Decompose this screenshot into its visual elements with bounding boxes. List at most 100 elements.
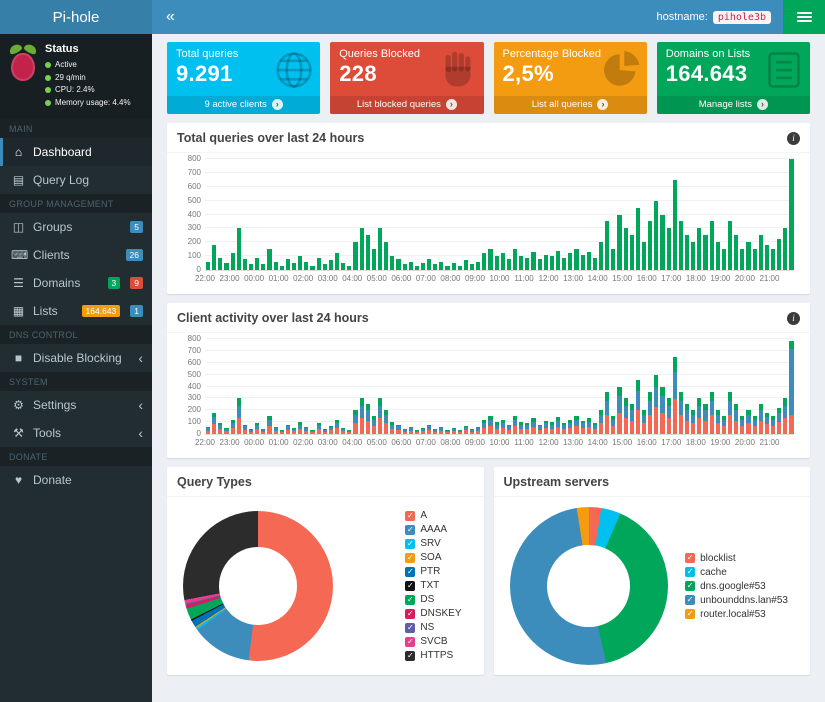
legend-checkbox-icon: ✓ <box>685 567 695 577</box>
bar-segment <box>611 426 615 434</box>
x-axis-tick-label: 09:00 <box>465 438 485 447</box>
bar-segment <box>581 255 585 270</box>
bar-segment <box>581 428 585 434</box>
bar-segment <box>304 431 308 434</box>
bar-segment <box>274 262 278 270</box>
status-item: 29 q/min <box>45 72 131 85</box>
query-types-doughnut-chart[interactable] <box>183 511 333 661</box>
bar-segment <box>304 262 308 270</box>
menu-toggle-button[interactable] <box>783 0 825 34</box>
x-axis-tick-label: 10:00 <box>489 438 509 447</box>
bar-segment <box>384 415 388 423</box>
sidebar-item-donate[interactable]: ♥Donate <box>0 466 152 494</box>
sidebar-item-settings[interactable]: ⚙Settings‹ <box>0 391 152 419</box>
panel-header: Upstream servers <box>494 467 811 497</box>
bar-segment <box>280 432 284 434</box>
bar-segment <box>409 262 413 270</box>
client-activity-chart[interactable]: 010020030040050060070080022:0023:0000:00… <box>205 339 794 450</box>
sidebar-item-domains[interactable]: ☰Domains39 <box>0 269 152 297</box>
bar-segment <box>789 341 793 348</box>
sidebar-item-tools[interactable]: ⚒Tools‹ <box>0 419 152 447</box>
bar-segment <box>464 260 468 270</box>
sidebar-item-clients[interactable]: ⌨Clients26 <box>0 241 152 269</box>
sidebar-item-query-log[interactable]: ▤Query Log <box>0 166 152 194</box>
bar-segment <box>218 429 222 434</box>
sidebar-item-dashboard[interactable]: ⌂Dashboard <box>0 138 152 166</box>
x-axis-tick-label: 22:00 <box>195 274 215 283</box>
legend-item[interactable]: ✓router.local#53 <box>685 609 788 620</box>
bar-segment <box>378 406 382 418</box>
legend-item[interactable]: ✓AAAA <box>405 524 461 535</box>
legend-item[interactable]: ✓blocklist <box>685 553 788 564</box>
bar-segment <box>341 263 345 270</box>
bar-segment <box>660 387 664 397</box>
sidebar-collapse-button[interactable]: « <box>166 9 175 25</box>
legend-item[interactable]: ✓SVCB <box>405 636 461 647</box>
bar-segment <box>691 242 695 270</box>
bar-segment <box>789 349 793 416</box>
chevron-left-icon: ‹ <box>138 351 143 365</box>
stat-card-footer-link[interactable]: 9 active clients› <box>167 96 320 114</box>
stat-card-footer-label: List all queries <box>532 99 593 110</box>
legend-item[interactable]: ✓HTTPS <box>405 650 461 661</box>
legend-item[interactable]: ✓TXT <box>405 580 461 591</box>
bar-segment <box>519 256 523 270</box>
bar-segment <box>599 423 603 434</box>
bar-segment <box>531 252 535 270</box>
query-types-legend: ✓A✓AAAA✓SRV✓SOA✓PTR✓TXT✓DS✓DNSKEY✓NS✓SVC… <box>405 507 461 664</box>
bar-segment <box>734 410 738 420</box>
sidebar-item-lists[interactable]: ▦Lists164.6431 <box>0 297 152 325</box>
stat-card-footer-link[interactable]: List blocked queries› <box>330 96 483 114</box>
legend-item[interactable]: ✓PTR <box>405 566 461 577</box>
legend-item[interactable]: ✓DNSKEY <box>405 608 461 619</box>
stat-card-label: Percentage Blocked <box>494 42 647 60</box>
bar-segment <box>212 424 216 434</box>
legend-label: SVCB <box>420 636 447 647</box>
legend-label: cache <box>700 567 727 578</box>
bar-segment <box>427 430 431 434</box>
y-axis-tick-label: 700 <box>188 347 201 355</box>
bar-segment <box>317 258 321 270</box>
sidebar-item-groups[interactable]: ◫Groups5 <box>0 213 152 241</box>
stat-card-footer-link[interactable]: List all queries› <box>494 96 647 114</box>
legend-checkbox-icon: ✓ <box>405 525 415 535</box>
bar-segment <box>360 228 364 270</box>
y-axis-tick-label: 200 <box>188 238 201 246</box>
x-axis-tick-label: 18:00 <box>686 438 706 447</box>
legend-item[interactable]: ✓A <box>405 510 461 521</box>
sidebar-item-disable-blocking[interactable]: ■Disable Blocking‹ <box>0 344 152 372</box>
badge: 164.643 <box>82 305 121 317</box>
legend-item[interactable]: ✓DS <box>405 594 461 605</box>
arrow-circle-icon: › <box>757 99 768 110</box>
x-axis-tick-label: 12:00 <box>539 274 559 283</box>
legend-checkbox-icon: ✓ <box>405 651 415 661</box>
panel-query-types: Query Types ✓A✓AAAA✓SRV✓SOA✓PTR✓TXT✓DS✓D… <box>167 467 484 675</box>
bar-segment <box>667 398 671 405</box>
bar-segment <box>347 432 351 434</box>
legend-item[interactable]: ✓NS <box>405 622 461 633</box>
bar-segment <box>728 221 732 270</box>
bar-segment <box>673 180 677 270</box>
legend-item[interactable]: ✓ cache <box>685 567 788 578</box>
bar-segment <box>587 252 591 270</box>
total-queries-chart[interactable]: 010020030040050060070080022:0023:0000:00… <box>205 159 794 286</box>
legend-item[interactable]: ✓unbounddns.lan#53 <box>685 595 788 606</box>
stat-card-footer-link[interactable]: Manage lists› <box>657 96 810 114</box>
x-axis-tick-label: 17:00 <box>661 438 681 447</box>
upstream-servers-doughnut-chart[interactable] <box>510 507 668 665</box>
bar-segment <box>636 391 640 410</box>
legend-item[interactable]: ✓SRV <box>405 538 461 549</box>
brand-logo[interactable]: Pi-hole <box>0 0 152 34</box>
bar-segment <box>470 264 474 270</box>
stat-card-value: 2,5% <box>494 60 647 87</box>
info-icon[interactable]: i <box>787 132 800 145</box>
bar-segment <box>636 208 640 270</box>
bar-segment <box>231 428 235 434</box>
legend-item[interactable]: ✓dns.google#53 <box>685 581 788 592</box>
info-icon[interactable]: i <box>787 312 800 325</box>
legend-item[interactable]: ✓SOA <box>405 552 461 563</box>
bar-segment <box>212 417 216 424</box>
bar-segment <box>274 431 278 434</box>
bar-segment <box>605 401 609 416</box>
bar-segment <box>403 264 407 270</box>
